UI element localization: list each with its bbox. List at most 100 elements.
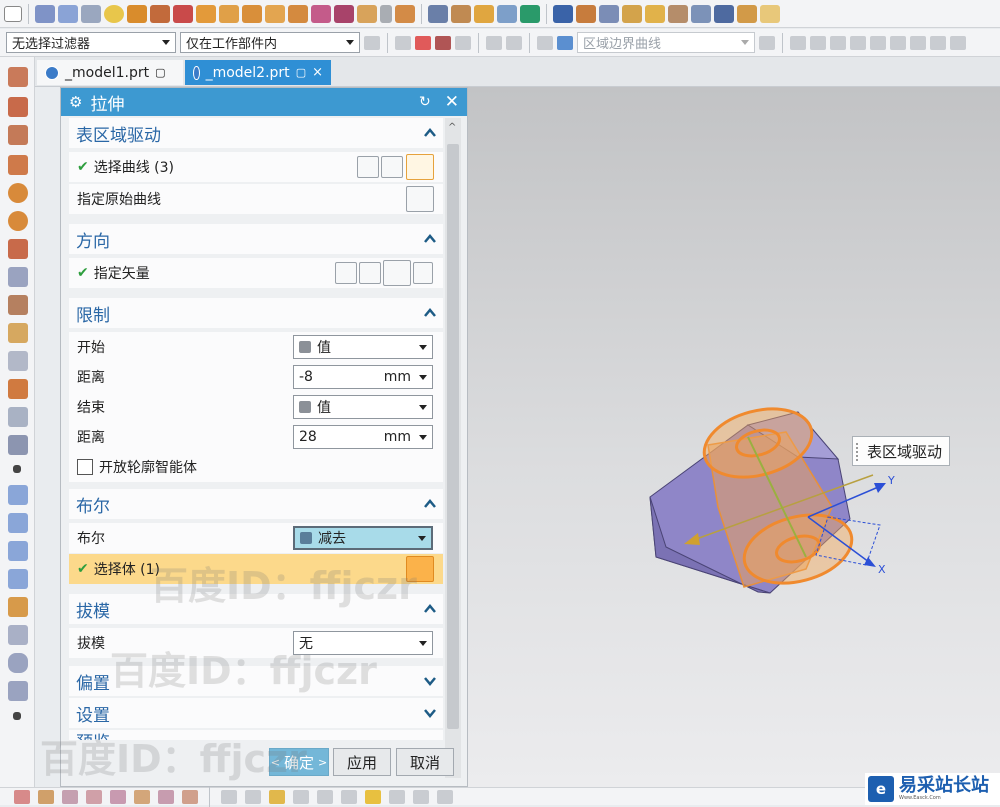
curve-on-surface-icon[interactable] <box>8 267 28 287</box>
drag-grip-icon[interactable] <box>856 443 862 461</box>
boss-icon[interactable] <box>219 4 239 23</box>
section-draft[interactable]: 拔模 <box>69 594 443 624</box>
new-sketch-icon[interactable] <box>4 5 22 22</box>
move-icon[interactable] <box>317 789 333 804</box>
section-direction[interactable]: 方向 <box>69 224 443 254</box>
intersect-icon[interactable] <box>474 4 494 23</box>
section-offset[interactable]: 偏置 <box>69 666 443 696</box>
type-filter-select[interactable]: 无选择过滤器 <box>6 32 176 53</box>
partial-shade-icon[interactable] <box>134 789 150 804</box>
more-icon[interactable] <box>13 465 21 473</box>
select-edge-icon[interactable] <box>435 35 451 50</box>
dialog-scrollbar[interactable]: ^ v <box>445 118 461 778</box>
offset-curve-icon[interactable] <box>8 155 28 175</box>
scope-filter-select[interactable]: 仅在工作部件内 <box>180 32 360 53</box>
line-icon[interactable] <box>8 67 28 87</box>
select-curve-icon[interactable] <box>455 35 471 50</box>
extract-curve-icon[interactable] <box>8 435 28 455</box>
edge-blend-icon[interactable] <box>553 4 573 23</box>
emboss-icon[interactable] <box>334 4 354 23</box>
vector-type-dropdown[interactable] <box>413 262 433 284</box>
more-icon[interactable] <box>13 712 21 720</box>
open-profile-checkbox[interactable] <box>77 459 93 475</box>
spline-icon[interactable] <box>870 35 886 50</box>
end-type-select[interactable]: 值 <box>293 395 433 419</box>
swept-icon[interactable] <box>8 569 28 589</box>
box-select-icon[interactable] <box>506 35 522 50</box>
wireframe-icon[interactable] <box>62 789 78 804</box>
collapse-chevron-icon[interactable] <box>424 603 436 615</box>
more-icon[interactable] <box>950 35 966 50</box>
isoparametric-curve-icon[interactable] <box>8 379 28 399</box>
select-body-row[interactable]: ✔ 选择体 (1) <box>69 554 443 584</box>
chevron-down-icon[interactable] <box>419 374 427 380</box>
expand-chevron-icon[interactable] <box>424 675 436 687</box>
unite-icon[interactable] <box>428 4 448 23</box>
cancel-button[interactable]: 取消 <box>396 748 454 776</box>
curve-rule-button[interactable] <box>357 156 379 178</box>
revolve-icon[interactable] <box>150 4 170 23</box>
gear-icon[interactable]: ⚙ <box>69 93 82 111</box>
project-curve-icon[interactable] <box>8 295 28 315</box>
styled-surface-icon[interactable] <box>8 597 28 617</box>
end-distance-input[interactable]: 28 mm <box>293 425 433 449</box>
trim-sheet-icon[interactable] <box>8 625 28 645</box>
cylinder-icon[interactable] <box>58 4 78 23</box>
face-blend-icon[interactable] <box>645 4 665 23</box>
tab-pin-icon[interactable]: ▢ <box>155 66 165 79</box>
open-profile-row[interactable]: 开放轮廓智能体 <box>69 452 443 482</box>
layer-icon[interactable] <box>293 789 309 804</box>
origin-curve-row[interactable]: 指定原始曲线 <box>69 184 443 214</box>
view-cube-icon[interactable] <box>557 35 573 50</box>
select-body-button[interactable] <box>406 556 434 582</box>
draft-icon[interactable] <box>599 4 619 23</box>
subtract-icon[interactable] <box>451 4 471 23</box>
tube-icon[interactable] <box>8 653 28 673</box>
collapse-chevron-icon[interactable] <box>424 233 436 245</box>
slot-icon[interactable] <box>288 4 308 23</box>
sphere-icon[interactable] <box>104 4 124 23</box>
section-curve-icon[interactable] <box>8 407 28 427</box>
bridge-curve-icon[interactable] <box>8 323 28 343</box>
point-icon[interactable] <box>245 789 261 804</box>
split-body-icon[interactable] <box>520 4 540 23</box>
add-icon[interactable] <box>269 789 285 804</box>
shaded-edges-icon[interactable] <box>38 789 54 804</box>
hole-icon[interactable] <box>196 4 216 23</box>
surface-icon[interactable] <box>8 485 28 505</box>
sketch-section-button[interactable] <box>381 156 403 178</box>
start-distance-input[interactable]: -8 mm <box>293 365 433 389</box>
close-icon[interactable]: × <box>312 65 323 80</box>
spline-icon[interactable] <box>890 35 906 50</box>
dialog-title-bar[interactable]: ⚙ 拉伸 ↻ ✕ <box>61 88 467 116</box>
arc-icon[interactable] <box>850 35 866 50</box>
section-boolean[interactable]: 布尔 <box>69 489 443 519</box>
replace-face-icon[interactable] <box>714 4 734 23</box>
vector-dialog-button[interactable] <box>359 262 381 284</box>
collapse-chevron-icon[interactable] <box>424 307 436 319</box>
apply-button[interactable]: 应用 <box>333 748 391 776</box>
mirror-icon[interactable] <box>668 4 688 23</box>
reset-icon[interactable]: ↻ <box>419 94 431 110</box>
reverse-direction-button[interactable] <box>335 262 357 284</box>
show-icon[interactable] <box>537 35 553 50</box>
tab-model1[interactable]: _model1.prt ▢ <box>37 60 183 85</box>
scroll-up-icon[interactable]: ^ <box>448 122 456 133</box>
ok-button[interactable]: < 确定 > <box>269 748 329 776</box>
trim-body-icon[interactable] <box>497 4 517 23</box>
tab-model2[interactable]: _model2.prt ▢ × <box>185 60 331 85</box>
pad-icon[interactable] <box>265 4 285 23</box>
nx5-icon[interactable] <box>173 4 193 23</box>
curve-rule-select[interactable]: 区域边界曲线 <box>577 32 755 53</box>
pocket-icon[interactable] <box>242 4 262 23</box>
inferred-vector-button[interactable] <box>383 260 411 286</box>
clipboard-icon[interactable] <box>437 789 453 804</box>
collapse-chevron-icon[interactable] <box>424 498 436 510</box>
grid-icon[interactable] <box>341 789 357 804</box>
section-preview[interactable]: 预览 <box>69 730 443 740</box>
boolean-select[interactable]: 减去 <box>293 526 433 550</box>
snap-icon[interactable] <box>365 789 381 804</box>
scrollbar-thumb[interactable] <box>447 144 459 729</box>
settings-icon[interactable] <box>389 789 405 804</box>
chamfer-icon[interactable] <box>576 4 596 23</box>
